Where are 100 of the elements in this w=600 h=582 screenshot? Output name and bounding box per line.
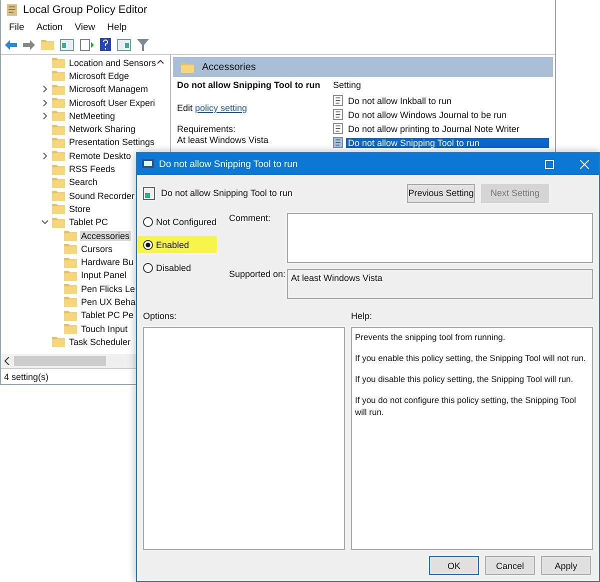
folder-icon [181, 62, 194, 72]
tree-item[interactable]: Microsoft User Experi [68, 98, 156, 108]
policy-icon [143, 186, 155, 200]
folder-icon [64, 230, 77, 241]
help-text: Prevents the snipping tool from running. [355, 331, 506, 343]
folder-icon [52, 84, 65, 95]
nav-button[interactable]: Previous Setting [407, 184, 475, 202]
folder-icon [52, 110, 65, 122]
menu-item[interactable]: Help [107, 22, 127, 33]
folder-icon [64, 310, 77, 321]
dialog-title: Do not allow Snipping Tool to run [159, 158, 299, 170]
scrollbar-thumb[interactable] [14, 356, 106, 366]
tree-item[interactable]: NetMeeting [68, 110, 116, 121]
dialog-button[interactable]: OK [429, 556, 479, 575]
folder-icon [52, 57, 65, 68]
tree-item[interactable]: Accessories [80, 230, 131, 240]
setting-item[interactable]: Do not allow Windows Journal to be run [346, 110, 509, 120]
tree-item[interactable]: Presentation Settings [68, 137, 156, 148]
policy-icon [142, 158, 154, 170]
folder-icon [64, 283, 77, 294]
menu-item[interactable]: File [9, 22, 24, 33]
folder-icon [64, 243, 77, 254]
radio-option[interactable]: Disabled [143, 259, 223, 276]
menu-item[interactable]: View [74, 22, 96, 33]
folder-icon [64, 256, 77, 268]
tree-item[interactable]: Search [68, 177, 99, 188]
policy-setting-link[interactable]: policy setting [195, 103, 248, 113]
folder-icon [52, 70, 65, 82]
radio-icon[interactable] [143, 262, 153, 272]
tree-item[interactable]: Location and Sensors [68, 58, 158, 68]
folder-icon [52, 97, 65, 108]
tree-item[interactable]: Hardware Bu [80, 257, 135, 268]
edit-text: Edit policy setting [177, 103, 248, 114]
tree-item[interactable]: Input Panel [80, 270, 128, 280]
up-folder-icon [41, 39, 54, 50]
app-icon [7, 4, 17, 16]
policy-icon [333, 109, 343, 120]
filter-icon[interactable] [137, 38, 149, 50]
forward-icon[interactable] [23, 40, 35, 50]
tree-item[interactable]: Store [68, 204, 92, 214]
scroll-left-icon[interactable] [4, 357, 10, 365]
tree-item[interactable]: Pen UX Beha [80, 296, 137, 307]
column-header[interactable]: Setting [333, 80, 549, 93]
setting-item[interactable]: Do not allow Inkball to run [346, 96, 454, 106]
folder-icon [64, 270, 77, 281]
comment-field[interactable] [287, 213, 593, 263]
tree-item[interactable]: Microsoft Edge [68, 70, 130, 81]
radio-option[interactable]: Not Configured [143, 213, 223, 230]
tree-item[interactable]: Network Sharing [68, 124, 137, 134]
supported-field: At least Windows Vista [287, 269, 593, 299]
policy-icon [333, 137, 343, 148]
folder-icon [64, 296, 77, 308]
close-icon[interactable] [580, 160, 588, 168]
tree-item[interactable]: Task Scheduler [68, 336, 132, 347]
folder-icon [52, 150, 65, 162]
back-icon[interactable] [5, 40, 17, 50]
radio-option[interactable]: Enabled [137, 236, 217, 253]
menu-item[interactable]: Action [36, 22, 63, 33]
setting-item[interactable]: Do not allow printing to Journal Note Writer [346, 124, 522, 134]
tree-item[interactable]: Microsoft Managem [68, 84, 150, 94]
supported-label: Supported on: [229, 269, 287, 281]
scroll-up-icon[interactable] [157, 59, 164, 64]
maximize-icon[interactable] [544, 160, 554, 168]
requirements-label: Requirements: [177, 124, 237, 135]
chevron-icon[interactable] [41, 98, 49, 107]
comment-label: Comment: [229, 213, 272, 225]
tree-item[interactable]: Pen Flicks Le [80, 284, 136, 294]
folder-icon [52, 164, 65, 175]
help-text: If you disable this policy setting, the Snipping Tool will run. [355, 373, 574, 385]
export-icon[interactable] [80, 38, 94, 50]
folder-icon [52, 190, 65, 202]
policy-icon [333, 123, 343, 134]
chevron-icon[interactable] [41, 112, 49, 120]
folder-icon [52, 216, 65, 228]
tree-item[interactable]: Touch Input [80, 324, 129, 334]
dialog-button[interactable]: Apply [541, 556, 591, 575]
tree-item[interactable]: Cursors [80, 244, 114, 254]
window-title: Local Group Policy Editor [23, 4, 148, 16]
help-icon[interactable] [100, 38, 111, 51]
dialog-button[interactable]: Cancel [485, 556, 535, 575]
tree-item[interactable]: Remote Deskto [68, 150, 132, 161]
chevron-icon[interactable] [41, 85, 49, 94]
chevron-icon[interactable] [41, 218, 49, 226]
chevron-icon[interactable] [41, 152, 49, 160]
radio-icon[interactable] [143, 240, 153, 250]
folder-icon [52, 176, 65, 188]
tree-item[interactable]: Tablet PC Pe [80, 310, 135, 320]
setting-item[interactable]: Do not allow Snipping Tool to run [346, 138, 549, 148]
policy-title: Do not allow Snipping Tool to run [177, 80, 322, 91]
tree-item[interactable]: Sound Recorder [68, 190, 136, 201]
radio-icon[interactable] [143, 216, 153, 226]
tree-item[interactable]: Tablet PC [68, 217, 110, 228]
policy-icon [333, 95, 343, 106]
folder-icon [52, 336, 65, 348]
setting-name: Do not allow Snipping Tool to run [161, 188, 294, 198]
tree-item[interactable]: RSS Feeds [68, 164, 116, 174]
folder-icon [52, 136, 65, 148]
console-icon[interactable] [60, 38, 74, 50]
console-icon[interactable] [117, 38, 131, 50]
help-text: If you enable this policy setting, the Snipping Tool will not run. [355, 352, 587, 364]
